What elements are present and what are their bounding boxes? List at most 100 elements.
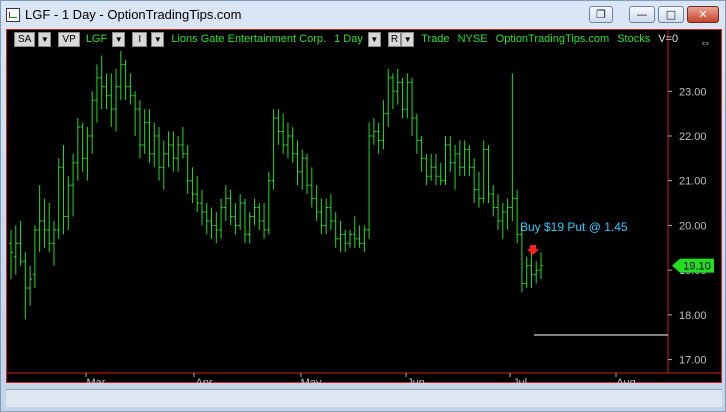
indicator-button[interactable]: I (132, 32, 148, 47)
price-bar (166, 131, 171, 168)
price-bar (500, 203, 505, 239)
y-tick-label: 21.00 (679, 176, 707, 188)
price-bar (438, 162, 443, 186)
price-bar (32, 225, 37, 289)
title-bar[interactable]: LGF - 1 Day - OptionTradingTips.com ❐ — … (1, 1, 725, 29)
price-bar (42, 198, 47, 248)
horizontal-scrollbar[interactable] (6, 389, 722, 407)
price-bar (472, 158, 477, 204)
price-bar (419, 135, 424, 172)
price-bar (114, 68, 119, 132)
price-bar (61, 144, 66, 235)
indicator-dropdown-icon[interactable]: ▼ (151, 32, 165, 47)
restore-icon[interactable]: ❐ (589, 6, 613, 23)
price-bar (214, 212, 219, 244)
interval-dropdown-icon[interactable]: ▼ (367, 32, 381, 47)
price-bar (262, 203, 267, 239)
price-bar (85, 127, 90, 181)
trade-label: Trade (421, 33, 450, 45)
window-title: LGF - 1 Day - OptionTradingTips.com (25, 7, 242, 22)
category-label: Stocks (617, 33, 651, 45)
price-bar (271, 109, 276, 190)
x-tick-label: Apr (195, 377, 212, 383)
price-bar (195, 176, 200, 212)
price-bar (295, 140, 300, 186)
sa-button[interactable]: SA (14, 32, 36, 47)
exchange-label: NYSE (457, 33, 488, 45)
price-bar (276, 109, 281, 145)
y-tick-label: 17.00 (679, 355, 707, 367)
price-bar (80, 122, 85, 172)
price-bar (56, 158, 61, 239)
price-bar (476, 171, 481, 208)
price-bar (37, 185, 42, 253)
maximize-button[interactable]: □ (658, 6, 684, 23)
price-bars (9, 51, 543, 320)
price-bar (515, 189, 520, 244)
price-bar (453, 144, 458, 190)
price-bar (252, 198, 257, 226)
y-tick-label: 22.00 (679, 131, 707, 143)
chart-axes: 17.0018.0019.0020.0021.0022.0023.00MarAp… (6, 29, 722, 383)
price-bar (123, 59, 128, 101)
chart-toolbar: SA ▼ VP LGF ▼ I ▼ Lions Gate Entertainment … (14, 32, 683, 47)
price-bar (386, 68, 391, 128)
price-bar (395, 68, 400, 105)
price-bar (233, 203, 238, 235)
sa-dropdown-icon[interactable]: ▼ (38, 32, 52, 47)
pin-icon[interactable]: ⇔ (700, 37, 711, 49)
price-bar (128, 73, 133, 105)
price-bar (142, 109, 147, 154)
price-bar (152, 122, 157, 168)
chart-window: LGF - 1 Day - OptionTradingTips.com ❐ — … (0, 0, 726, 412)
down-arrow-icon (527, 245, 539, 255)
price-bar (424, 153, 429, 186)
symbol-dropdown-icon[interactable]: ▼ (112, 32, 126, 47)
source-label: OptionTradingTips.com (495, 33, 610, 45)
price-bar (348, 229, 353, 248)
chart-border (6, 29, 722, 383)
price-bar (228, 189, 233, 226)
price-bar (400, 77, 405, 119)
price-bar (505, 198, 510, 230)
price-bar (510, 73, 515, 221)
r-button[interactable]: R (387, 32, 402, 47)
price-bar (433, 153, 438, 186)
price-bar (305, 153, 310, 195)
chart-app-icon (6, 8, 20, 22)
price-bar (457, 140, 462, 177)
price-bar (247, 212, 252, 244)
price-bar (410, 77, 415, 136)
minimize-button[interactable]: — (629, 6, 655, 23)
price-bar (209, 207, 214, 239)
price-bar (519, 225, 524, 293)
price-bar (367, 122, 372, 239)
price-bar (290, 127, 295, 163)
price-chart-panel[interactable]: 17.0018.0019.0020.0021.0022.0023.00MarAp… (6, 29, 722, 383)
price-bar (9, 229, 13, 280)
price-bar (524, 256, 529, 289)
x-tick-label: Aug (616, 377, 636, 383)
interval-label[interactable]: 1 Day (334, 32, 363, 47)
r-dropdown-icon[interactable]: ▼ (401, 32, 415, 47)
close-button[interactable]: ✕ (687, 6, 719, 23)
symbol-label[interactable]: LGF (86, 32, 107, 47)
price-bar (333, 212, 338, 248)
price-bar (157, 127, 162, 181)
price-bar (414, 113, 419, 154)
price-bar (390, 73, 395, 110)
price-bar (491, 185, 496, 217)
price-bar (104, 73, 109, 110)
price-bar (529, 252, 534, 289)
price-bar (219, 198, 224, 239)
price-bar (18, 220, 23, 266)
price-bar (462, 140, 467, 177)
price-bar (257, 203, 262, 230)
y-tick-label: 20.00 (679, 220, 707, 232)
price-bar (51, 220, 56, 266)
price-bar (362, 225, 367, 253)
price-chart[interactable]: 17.0018.0019.0020.0021.0022.0023.00MarAp… (6, 29, 722, 383)
company-name: Lions Gate Entertainment Corp. (171, 33, 327, 45)
vp-button[interactable]: VP (58, 32, 80, 47)
price-bar (238, 194, 243, 230)
